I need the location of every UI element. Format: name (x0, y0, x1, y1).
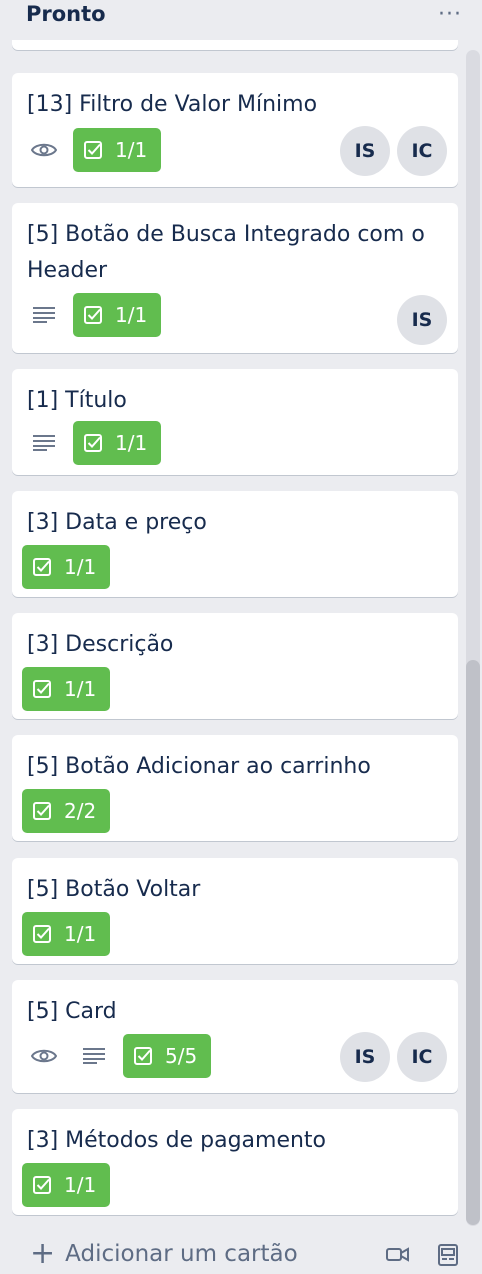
card-title: [5] Card (27, 999, 117, 1024)
checklist-badge: 2/2 (22, 789, 111, 833)
checklist-badge: 1/1 (22, 545, 111, 589)
checklist-badge: 1/1 (22, 667, 111, 711)
card-title: [5] Botão Adicionar ao carrinho (27, 754, 371, 779)
avatar[interactable]: IC (397, 126, 447, 176)
list-title[interactable]: Pronto (26, 2, 106, 26)
checkbox-icon (33, 925, 51, 943)
checklist-count: 1/1 (115, 431, 148, 455)
checklist-count: 2/2 (64, 799, 97, 823)
description-icon (80, 1034, 108, 1078)
checkbox-icon (84, 306, 102, 324)
checklist-badge: 1/1 (73, 293, 162, 337)
checkbox-icon (33, 680, 51, 698)
watch-eye-icon (30, 1034, 58, 1078)
checklist-count: 1/1 (64, 1173, 97, 1197)
checklist-count: 5/5 (165, 1044, 198, 1068)
card[interactable]: [1] Título 1/1 (12, 369, 458, 475)
list-menu-button[interactable]: ··· (438, 2, 462, 27)
avatar[interactable]: IS (340, 126, 390, 176)
description-icon (30, 421, 58, 465)
card-title: [1] Título (27, 388, 127, 413)
avatar[interactable]: IS (340, 1032, 390, 1082)
checklist-count: 1/1 (115, 303, 148, 327)
checklist-count: 1/1 (64, 555, 97, 579)
checkbox-icon (33, 1176, 51, 1194)
card-title: [3] Data e preço (27, 510, 207, 535)
checklist-count: 1/1 (64, 677, 97, 701)
card-title: [5] Botão de Busca Integrado com o Heade… (27, 222, 425, 283)
checkbox-icon (33, 558, 51, 576)
camera-icon[interactable] (386, 1244, 410, 1268)
card-title: [3] Métodos de pagamento (27, 1128, 327, 1153)
checklist-badge: 1/1 (73, 421, 162, 465)
checklist-badge: 1/1 (73, 128, 162, 172)
avatar[interactable]: IC (397, 1032, 447, 1082)
checkbox-icon (33, 802, 51, 820)
add-card-label: Adicionar um cartão (65, 1241, 298, 1267)
card-partial[interactable] (12, 40, 458, 50)
list-footer: + Adicionar um cartão (0, 1236, 482, 1274)
checklist-badge: 5/5 (123, 1034, 212, 1078)
watch-eye-icon (30, 128, 58, 172)
list-header: Pronto ··· (0, 0, 482, 40)
card[interactable]: [3] Descrição 1/1 (12, 613, 458, 719)
card[interactable]: [3] Data e preço 1/1 (12, 491, 458, 597)
plus-icon: + (30, 1236, 56, 1271)
avatar[interactable]: IS (397, 295, 447, 345)
card-title: [5] Botão Voltar (27, 877, 201, 902)
add-card-button[interactable]: + Adicionar um cartão (30, 1239, 298, 1269)
checklist-count: 1/1 (64, 922, 97, 946)
checklist-count: 1/1 (115, 138, 148, 162)
card-template-icon[interactable] (436, 1244, 460, 1270)
checklist-badge: 1/1 (22, 1163, 111, 1207)
description-icon (30, 293, 58, 337)
card[interactable]: [3] Métodos de pagamento 1/1 (12, 1109, 458, 1215)
checkbox-icon (134, 1047, 152, 1065)
card-title: [3] Descrição (27, 632, 174, 657)
card[interactable]: [5] Botão Voltar 1/1 (12, 858, 458, 964)
card[interactable]: [5] Botão Adicionar ao carrinho 2/2 (12, 735, 458, 841)
cards-container: [13] Filtro de Valor Mínimo 1/1 IS IC [5… (0, 40, 482, 1226)
card[interactable]: [5] Botão de Busca Integrado com o Heade… (12, 203, 458, 353)
checklist-badge: 1/1 (22, 912, 111, 956)
checkbox-icon (84, 141, 102, 159)
card[interactable]: [13] Filtro de Valor Mínimo 1/1 IS IC (12, 73, 458, 187)
scrollbar-thumb[interactable] (466, 660, 480, 1225)
card[interactable]: [5] Card 5/5 IS IC (12, 980, 458, 1093)
checkbox-icon (84, 434, 102, 452)
card-title: [13] Filtro de Valor Mínimo (27, 92, 318, 117)
